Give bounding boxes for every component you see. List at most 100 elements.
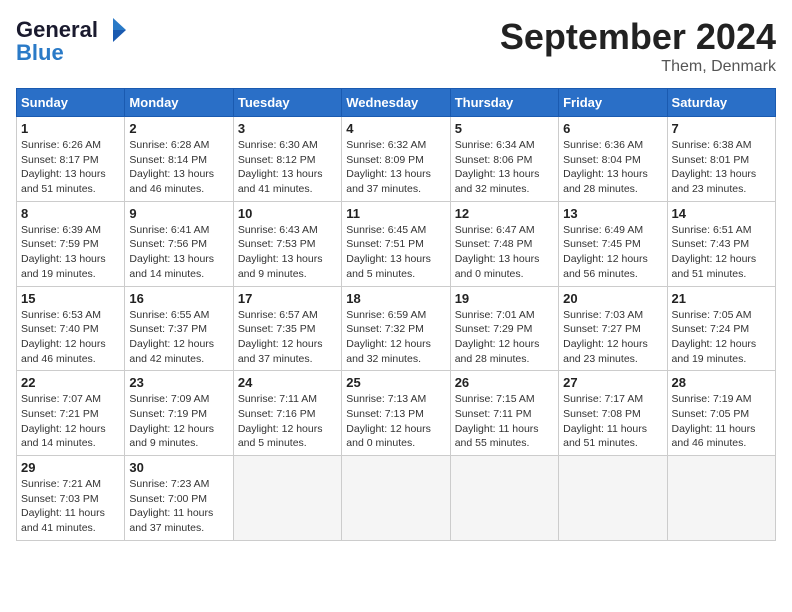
day-number: 30 [129,460,228,475]
day-number: 13 [563,206,662,221]
calendar-week-row: 15 Sunrise: 6:53 AM Sunset: 7:40 PM Dayli… [17,286,776,371]
day-number: 23 [129,375,228,390]
calendar-header-row: Sunday Monday Tuesday Wednesday Thursday… [17,89,776,117]
day-info: Sunrise: 6:55 AM Sunset: 7:37 PM Dayligh… [129,308,228,367]
table-row: 2Sunrise: 6:28 AM Sunset: 8:14 PM Daylig… [125,117,233,202]
day-number: 2 [129,121,228,136]
table-row: 12 Sunrise: 6:47 AM Sunset: 7:48 PM Dayli… [450,201,558,286]
day-info: Sunrise: 6:51 AM Sunset: 7:43 PM Dayligh… [672,223,771,282]
day-number: 29 [21,460,120,475]
day-number: 24 [238,375,337,390]
day-number: 1 [21,121,120,136]
table-row: 4Sunrise: 6:32 AM Sunset: 8:09 PM Daylig… [342,117,450,202]
calendar-week-row: 22 Sunrise: 7:07 AM Sunset: 7:21 PM Dayli… [17,371,776,456]
day-number: 10 [238,206,337,221]
col-thursday: Thursday [450,89,558,117]
day-number: 21 [672,291,771,306]
day-info: Sunrise: 7:13 AM Sunset: 7:13 PM Dayligh… [346,392,445,451]
day-number: 4 [346,121,445,136]
table-row: 1 Sunrise: 6:26 AM Sunset: 8:17 PM Daylig… [17,117,125,202]
col-saturday: Saturday [667,89,775,117]
col-tuesday: Tuesday [233,89,341,117]
day-info: Sunrise: 7:01 AM Sunset: 7:29 PM Dayligh… [455,308,554,367]
day-info: Sunrise: 6:47 AM Sunset: 7:48 PM Dayligh… [455,223,554,282]
calendar-table: Sunday Monday Tuesday Wednesday Thursday… [16,88,776,541]
day-number: 17 [238,291,337,306]
table-row: 11 Sunrise: 6:45 AM Sunset: 7:51 PM Dayli… [342,201,450,286]
title-block: September 2024 Them, Denmark [500,16,776,76]
day-info: Sunrise: 7:21 AM Sunset: 7:03 PM Dayligh… [21,477,120,536]
table-row: 7 Sunrise: 6:38 AM Sunset: 8:01 PM Daylig… [667,117,775,202]
day-info: Sunrise: 6:43 AM Sunset: 7:53 PM Dayligh… [238,223,337,282]
table-row: 3 Sunrise: 6:30 AM Sunset: 8:12 PM Daylig… [233,117,341,202]
table-row [233,456,341,541]
table-row: 27Sunrise: 7:17 AM Sunset: 7:08 PM Dayli… [559,371,667,456]
table-row: 28Sunrise: 7:19 AM Sunset: 7:05 PM Dayli… [667,371,775,456]
day-number: 19 [455,291,554,306]
table-row [667,456,775,541]
day-info: Sunrise: 6:53 AM Sunset: 7:40 PM Dayligh… [21,308,120,367]
table-row: 15 Sunrise: 6:53 AM Sunset: 7:40 PM Dayli… [17,286,125,371]
calendar-week-row: 1 Sunrise: 6:26 AM Sunset: 8:17 PM Daylig… [17,117,776,202]
day-number: 16 [129,291,228,306]
table-row: 16 Sunrise: 6:55 AM Sunset: 7:37 PM Dayli… [125,286,233,371]
day-number: 5 [455,121,554,136]
col-sunday: Sunday [17,89,125,117]
day-number: 3 [238,121,337,136]
table-row: 21 Sunrise: 7:05 AM Sunset: 7:24 PM Dayli… [667,286,775,371]
table-row: 26 Sunrise: 7:15 AM Sunset: 7:11 PM Dayli… [450,371,558,456]
day-number: 20 [563,291,662,306]
day-number: 15 [21,291,120,306]
day-number: 26 [455,375,554,390]
logo: General Blue [16,16,128,66]
day-info: Sunrise: 6:30 AM Sunset: 8:12 PM Dayligh… [238,138,337,197]
logo-blue: Blue [16,40,64,66]
table-row: 29 Sunrise: 7:21 AM Sunset: 7:03 PM Dayli… [17,456,125,541]
calendar-week-row: 8 Sunrise: 6:39 AM Sunset: 7:59 PM Daylig… [17,201,776,286]
day-number: 7 [672,121,771,136]
day-info: Sunrise: 6:59 AM Sunset: 7:32 PM Dayligh… [346,308,445,367]
calendar-week-row: 29 Sunrise: 7:21 AM Sunset: 7:03 PM Dayli… [17,456,776,541]
table-row: 8 Sunrise: 6:39 AM Sunset: 7:59 PM Daylig… [17,201,125,286]
table-row [450,456,558,541]
table-row: 13 Sunrise: 6:49 AM Sunset: 7:45 PM Dayli… [559,201,667,286]
table-row: 20Sunrise: 7:03 AM Sunset: 7:27 PM Dayli… [559,286,667,371]
table-row: 22 Sunrise: 7:07 AM Sunset: 7:21 PM Dayli… [17,371,125,456]
day-info: Sunrise: 7:17 AM Sunset: 7:08 PM Dayligh… [563,392,662,451]
day-number: 14 [672,206,771,221]
col-friday: Friday [559,89,667,117]
day-number: 12 [455,206,554,221]
table-row: 9Sunrise: 6:41 AM Sunset: 7:56 PM Daylig… [125,201,233,286]
day-info: Sunrise: 6:26 AM Sunset: 8:17 PM Dayligh… [21,138,120,197]
day-info: Sunrise: 6:34 AM Sunset: 8:06 PM Dayligh… [455,138,554,197]
day-number: 22 [21,375,120,390]
page-subtitle: Them, Denmark [500,58,776,76]
day-number: 8 [21,206,120,221]
table-row: 23Sunrise: 7:09 AM Sunset: 7:19 PM Dayli… [125,371,233,456]
day-info: Sunrise: 6:49 AM Sunset: 7:45 PM Dayligh… [563,223,662,282]
table-row: 30Sunrise: 7:23 AM Sunset: 7:00 PM Dayli… [125,456,233,541]
page-header: General Blue September 2024 Them, Denmar… [16,16,776,76]
col-monday: Monday [125,89,233,117]
table-row: 14 Sunrise: 6:51 AM Sunset: 7:43 PM Dayli… [667,201,775,286]
day-info: Sunrise: 7:11 AM Sunset: 7:16 PM Dayligh… [238,392,337,451]
table-row: 18 Sunrise: 6:59 AM Sunset: 7:32 PM Dayli… [342,286,450,371]
day-info: Sunrise: 6:36 AM Sunset: 8:04 PM Dayligh… [563,138,662,197]
day-number: 6 [563,121,662,136]
day-info: Sunrise: 7:07 AM Sunset: 7:21 PM Dayligh… [21,392,120,451]
col-wednesday: Wednesday [342,89,450,117]
day-info: Sunrise: 6:39 AM Sunset: 7:59 PM Dayligh… [21,223,120,282]
day-info: Sunrise: 6:38 AM Sunset: 8:01 PM Dayligh… [672,138,771,197]
page-title: September 2024 [500,16,776,58]
table-row: 17 Sunrise: 6:57 AM Sunset: 7:35 PM Dayli… [233,286,341,371]
day-number: 11 [346,206,445,221]
day-number: 25 [346,375,445,390]
day-info: Sunrise: 6:45 AM Sunset: 7:51 PM Dayligh… [346,223,445,282]
day-info: Sunrise: 6:41 AM Sunset: 7:56 PM Dayligh… [129,223,228,282]
day-info: Sunrise: 7:05 AM Sunset: 7:24 PM Dayligh… [672,308,771,367]
day-info: Sunrise: 7:15 AM Sunset: 7:11 PM Dayligh… [455,392,554,451]
day-info: Sunrise: 6:57 AM Sunset: 7:35 PM Dayligh… [238,308,337,367]
table-row: 6 Sunrise: 6:36 AM Sunset: 8:04 PM Daylig… [559,117,667,202]
day-number: 18 [346,291,445,306]
table-row [342,456,450,541]
